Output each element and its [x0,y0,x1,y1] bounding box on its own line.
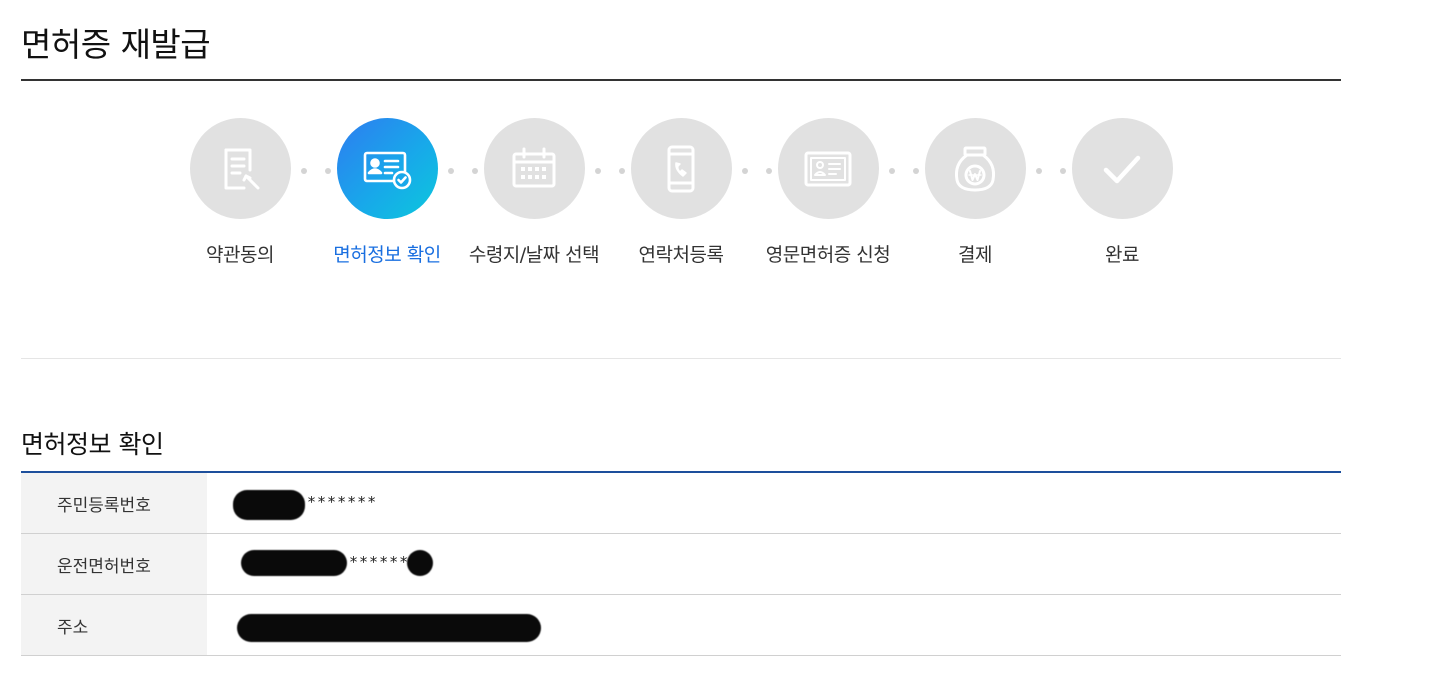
step-label: 수령지/날짜 선택 [468,244,600,266]
calendar-icon [483,118,585,219]
step-complete: 완료 [1052,118,1192,271]
license-info-table: 주민등록번호 ******* 운전면허번호 ****** 주소 [21,471,1341,656]
step-label: 약관동의 [206,244,274,266]
redaction-mask [237,614,541,642]
license-number-masked: ****** [349,553,410,571]
license-number-value: ****** [207,534,1341,594]
step-payment: 결제 [905,118,1045,271]
title-divider [21,79,1341,81]
step-license-info: 면허정보 확인 [317,118,457,271]
resident-number-label: 주민등록번호 [21,473,207,533]
step-label: 면허정보 확인 [333,244,441,266]
smartphone-icon [630,118,732,219]
resident-number-value: ******* [207,473,1341,533]
resident-number-masked: ******* [307,493,378,511]
step-pickup-date: 수령지/날짜 선택 [464,118,604,271]
section-divider [21,358,1341,359]
step-label: 완료 [1105,244,1139,266]
id-card-check-icon [336,118,438,219]
step-label: 결제 [958,244,992,266]
step-label: 연락처등록 [638,244,724,266]
step-english-license: 영문면허증 신청 [758,118,898,271]
id-card-icon [777,118,879,219]
page-title: 면허증 재발급 [21,25,211,64]
redaction-mask [241,550,347,576]
table-row-address: 주소 [21,595,1341,656]
address-value [207,595,1341,655]
step-label: 영문면허증 신청 [765,244,891,266]
section-title: 면허정보 확인 [21,430,164,459]
progress-steps: 약관동의 면허정보 확인 수령지/날짜 선택 연락처등록 영문면허증 신청 결제… [189,118,1180,308]
document-pen-icon [189,118,291,219]
address-label: 주소 [21,595,207,655]
money-bag-won-icon [924,118,1026,219]
table-row-resident-number: 주민등록번호 ******* [21,473,1341,534]
table-row-license-number: 운전면허번호 ****** [21,534,1341,595]
step-terms-agreement: 약관동의 [170,118,310,271]
license-number-label: 운전면허번호 [21,534,207,594]
redaction-mask [233,490,305,520]
redaction-mask [407,550,433,576]
step-contact-registration: 연락처등록 [611,118,751,271]
checkmark-icon [1071,118,1173,219]
